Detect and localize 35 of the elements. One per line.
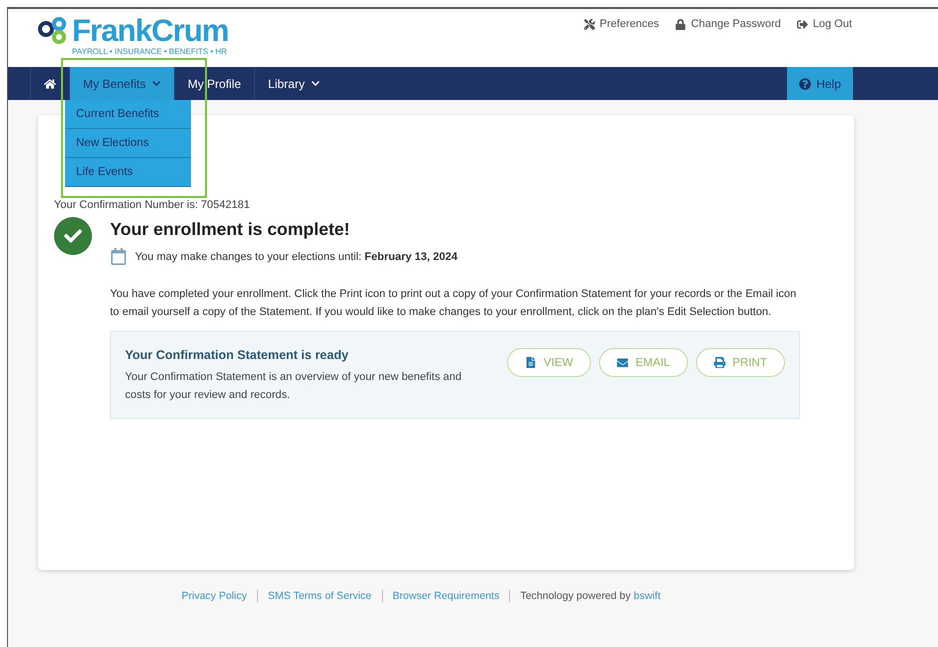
deadline-text: You may make changes to your elections until: February 13, 2024: [135, 250, 458, 262]
header-link[interactable]: Change Password: [674, 17, 781, 31]
nav-tab[interactable]: My Benefits: [69, 67, 174, 100]
logo-tagline: PAYROLL • INSURANCE • BENEFITS • HR: [71, 47, 228, 56]
menu-item[interactable]: New Elections: [65, 129, 191, 158]
nav-tab[interactable]: Library: [254, 67, 333, 100]
calendar-icon: [110, 248, 127, 265]
envelope-icon: [616, 356, 628, 368]
logout-icon: [796, 18, 808, 30]
panel-title: Your Confirmation Statement is ready: [125, 348, 350, 362]
help-button[interactable]: Help: [787, 67, 853, 100]
confirmation-number: Your Confirmation Number is: 70542181: [54, 199, 251, 211]
lock-icon: [674, 18, 686, 30]
home-icon: [44, 78, 56, 90]
check-icon: [54, 217, 92, 255]
status-title: Your enrollment is complete!: [110, 219, 351, 240]
footer-link[interactable]: bswift: [630, 590, 660, 602]
panel-text: Your Confirmation Statement is an overview of your new benefits and costs for your review and records.: [125, 370, 462, 403]
action-button[interactable]: EMAIL: [598, 348, 688, 377]
help-icon: [799, 78, 812, 90]
instructions-text: You have completed your enrollment. Click the Print icon to print out a copy of your Confirmation Statement for your records or the Email icon to email yourself a copy of the Statement. If you would like to make changes to your enrollment, click on the plan's Edit Selection button.: [110, 287, 798, 320]
printer-icon: [714, 356, 726, 368]
menu-item[interactable]: Current Benefits: [65, 100, 191, 129]
action-button[interactable]: PRINT: [696, 348, 785, 377]
action-button[interactable]: VIEW: [507, 348, 591, 377]
header-link[interactable]: Log Out: [796, 17, 852, 31]
document-icon: [525, 356, 537, 368]
logo-name: FrankCrum: [72, 15, 228, 47]
header-link[interactable]: Preferences: [584, 17, 659, 31]
footer-link[interactable]: Privacy Policy: [172, 590, 258, 602]
footer-link[interactable]: Browser Requirements: [382, 590, 510, 602]
powered-by-text: Technology powered by: [519, 590, 631, 602]
tools-icon: [584, 18, 595, 30]
menu-item[interactable]: Life Events: [65, 158, 191, 187]
footer-link[interactable]: SMS Terms of Service: [258, 590, 383, 602]
